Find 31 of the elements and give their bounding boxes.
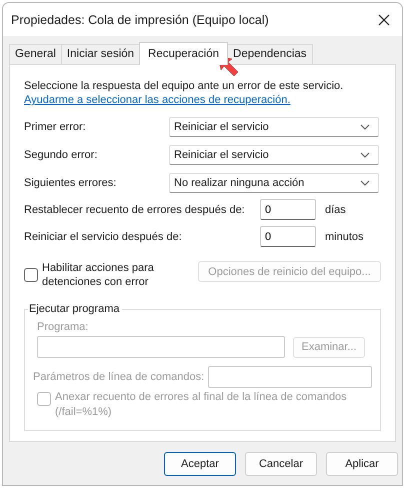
field-label: Siguientes errores: [24,177,118,189]
action-dropdown[interactable]: No realizar ninguna acción [169,173,379,193]
field-label: Segundo error: [24,149,98,161]
description-text: Seleccione la respuesta del equipo ante un error de este servicio. [24,79,344,93]
checkbox-label: Anexar recuento de errores al final de la línea de comandos (/fail=%1%) [55,390,348,420]
dialog-button[interactable]: Aceptar [164,452,236,476]
unit-label: días [325,204,346,216]
field-label: Reiniciar el servicio después de: [24,230,183,242]
action-dropdown[interactable]: Reiniciar el servicio [169,117,379,137]
chevron-down-icon [360,180,370,186]
tab[interactable]: Dependencias [227,44,313,64]
tab[interactable]: General [9,44,62,64]
chevron-down-icon [360,124,370,130]
checkbox-label: Habilitar acciones para detenciones con error [42,261,155,289]
chevron-down-icon [360,152,370,158]
dialog-button[interactable]: Cancelar [245,452,317,476]
number-field[interactable]: 0 [260,226,316,247]
tab[interactable]: Recuperación [139,42,228,65]
group-title: Ejecutar programa [28,303,120,315]
number-field[interactable]: 0 [260,199,316,220]
field-label: Parámetros de línea de comandos: [33,371,204,383]
action-dropdown[interactable]: Reiniciar el servicio [169,145,379,165]
unit-label: minutos [325,230,364,242]
field-label: Programa: [37,321,90,333]
close-icon[interactable] [378,14,390,26]
help-link[interactable]: Ayudarme a seleccionar las acciones de recuperación. [24,93,381,107]
field-label: Restablecer recuento de errores después de: [24,204,246,216]
window-title: Propiedades: Cola de impresión (Equipo local) [11,12,269,26]
checkbox[interactable] [24,268,38,282]
dialog-button[interactable]: Aplicar [326,452,398,476]
field-label: Primer error: [24,121,87,133]
